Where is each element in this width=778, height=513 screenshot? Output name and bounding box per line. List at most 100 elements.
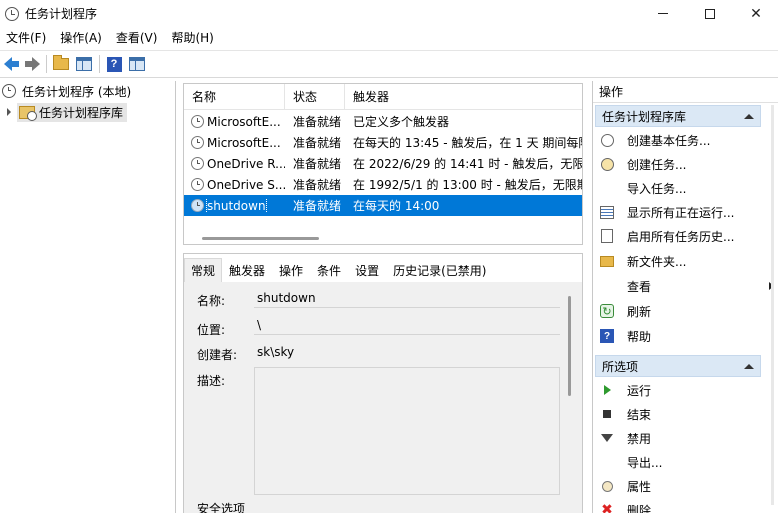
tab-general[interactable]: 常规 bbox=[184, 258, 223, 282]
maximize-icon bbox=[705, 8, 715, 19]
title-bar: 任务计划程序 ✕ bbox=[0, 0, 778, 27]
tree-item-root[interactable]: 任务计划程序 (本地) bbox=[0, 81, 131, 101]
section-task-library[interactable]: 任务计划程序库 bbox=[595, 105, 761, 127]
tab-history[interactable]: 历史记录(已禁用) bbox=[386, 258, 493, 282]
folder-up-icon bbox=[53, 55, 69, 70]
show-hide-tree-button[interactable] bbox=[74, 54, 94, 74]
window-title: 任务计划程序 bbox=[25, 7, 98, 21]
table-row[interactable]: OneDrive R... 准备就绪 在 2022/6/29 的 14:41 时… bbox=[184, 153, 582, 174]
action-import-task[interactable]: 导入任务... bbox=[597, 177, 772, 199]
action-view[interactable]: 查看 bbox=[597, 275, 774, 297]
back-arrow-icon bbox=[3, 57, 19, 71]
forward-button[interactable] bbox=[23, 54, 41, 74]
column-header-name[interactable]: 名称 bbox=[184, 84, 285, 110]
disable-icon bbox=[601, 434, 613, 442]
navigation-tree: 任务计划程序 (本地) 任务计划程序库 bbox=[0, 81, 176, 513]
toolbar-separator bbox=[46, 55, 47, 73]
tab-actions[interactable]: 操作 bbox=[272, 258, 310, 282]
minimize-icon bbox=[658, 13, 668, 14]
task-clock-icon bbox=[191, 115, 204, 128]
tab-conditions[interactable]: 条件 bbox=[310, 258, 348, 282]
show-hide-action-pane-button[interactable] bbox=[127, 54, 147, 74]
help-icon: ? bbox=[106, 56, 122, 72]
collapse-icon[interactable] bbox=[744, 114, 754, 119]
task-history-icon bbox=[601, 229, 613, 243]
name-field[interactable]: shutdown bbox=[254, 288, 560, 308]
action-properties[interactable]: 属性 bbox=[597, 475, 772, 497]
task-clock-icon bbox=[191, 157, 204, 170]
maximize-button[interactable] bbox=[687, 0, 733, 27]
task-clock-icon bbox=[191, 136, 204, 149]
show-hide-action-pane-icon bbox=[129, 57, 145, 71]
task-scheduler-app-icon bbox=[5, 6, 19, 21]
detail-tabs: 常规 触发器 操作 条件 设置 历史记录(已禁用) bbox=[184, 254, 582, 282]
forward-arrow-icon bbox=[24, 57, 40, 71]
description-label: 描述: bbox=[197, 374, 226, 388]
menu-help[interactable]: 帮助(H) bbox=[165, 28, 221, 48]
action-delete[interactable]: ✖ 删除 bbox=[597, 499, 772, 513]
menu-file[interactable]: 文件(F) bbox=[0, 28, 54, 48]
tree-item-library[interactable]: 任务计划程序库 bbox=[4, 102, 128, 122]
menu-view[interactable]: 查看(V) bbox=[110, 28, 166, 48]
run-icon bbox=[603, 385, 611, 395]
back-button[interactable] bbox=[2, 54, 20, 74]
action-new-folder[interactable]: 新文件夹... bbox=[597, 250, 772, 272]
menu-bar: 文件(F) 操作(A) 查看(V) 帮助(H) bbox=[0, 28, 778, 48]
toolbar: ? bbox=[0, 50, 778, 78]
create-basic-task-icon bbox=[600, 133, 614, 147]
table-row[interactable]: OneDrive S... 准备就绪 在 1992/5/1 的 13:00 时 … bbox=[184, 174, 582, 195]
table-row[interactable]: MicrosoftE... 准备就绪 已定义多个触发器 bbox=[184, 111, 582, 132]
action-export[interactable]: 导出... bbox=[597, 451, 772, 473]
tree-root-label: 任务计划程序 (本地) bbox=[22, 84, 132, 99]
author-field[interactable]: sk\sky bbox=[254, 342, 560, 362]
table-row[interactable]: MicrosoftE... 准备就绪 在每天的 13:45 - 触发后，在 1 … bbox=[184, 132, 582, 153]
author-label: 创建者: bbox=[197, 348, 238, 362]
delete-icon: ✖ bbox=[601, 502, 613, 513]
location-field[interactable]: \ bbox=[254, 315, 560, 335]
general-tab-content: 名称: shutdown 位置: \ 创建者: sk\sky 描述: 安全选项 bbox=[184, 282, 582, 513]
section-selected-item[interactable]: 所选项 bbox=[595, 355, 761, 377]
new-folder-icon bbox=[600, 255, 614, 267]
action-disable[interactable]: 禁用 bbox=[597, 427, 772, 449]
collapse-icon[interactable] bbox=[744, 364, 754, 369]
refresh-icon: ↻ bbox=[600, 304, 614, 318]
task-clock-icon bbox=[191, 178, 204, 191]
location-label: 位置: bbox=[197, 323, 226, 337]
tree-child-label: 任务计划程序库 bbox=[39, 105, 124, 120]
actions-pane: 操作 任务计划程序库 创建基本任务... 创建任务... 导入任务... 显示所… bbox=[592, 81, 778, 513]
running-tasks-icon bbox=[600, 205, 614, 219]
horizontal-scrollbar[interactable] bbox=[202, 237, 319, 240]
action-refresh[interactable]: ↻ 刷新 bbox=[597, 300, 772, 322]
tab-settings[interactable]: 设置 bbox=[348, 258, 386, 282]
up-folder-button[interactable] bbox=[51, 54, 71, 74]
menu-action[interactable]: 操作(A) bbox=[54, 28, 110, 48]
action-enable-history[interactable]: 启用所有任务历史... bbox=[597, 225, 772, 247]
action-end[interactable]: 结束 bbox=[597, 403, 772, 425]
column-header-trigger[interactable]: 触发器 bbox=[345, 84, 582, 110]
vertical-scrollbar[interactable] bbox=[568, 296, 571, 396]
table-row-selected[interactable]: shutdown 准备就绪 在每天的 14:00 bbox=[184, 195, 582, 216]
actions-title: 操作 bbox=[593, 81, 778, 103]
expand-chevron-icon[interactable] bbox=[7, 108, 11, 116]
actions-scrollbar[interactable] bbox=[771, 105, 774, 505]
close-icon: ✕ bbox=[750, 5, 762, 22]
column-header-status[interactable]: 状态 bbox=[285, 84, 345, 110]
action-show-running[interactable]: 显示所有正在运行... bbox=[597, 201, 772, 223]
name-label: 名称: bbox=[197, 294, 226, 308]
action-create-basic-task[interactable]: 创建基本任务... bbox=[597, 129, 772, 151]
list-header: 名称 状态 触发器 bbox=[184, 84, 582, 110]
help-icon: ? bbox=[600, 329, 614, 343]
task-detail-pane: 常规 触发器 操作 条件 设置 历史记录(已禁用) 名称: shutdown 位… bbox=[183, 253, 583, 513]
stop-icon bbox=[603, 410, 611, 418]
task-list: 名称 状态 触发器 MicrosoftE... 准备就绪 已定义多个触发器 Mi… bbox=[183, 83, 583, 245]
show-pane-icon bbox=[76, 57, 92, 71]
task-clock-icon bbox=[191, 199, 204, 212]
action-create-task[interactable]: 创建任务... bbox=[597, 153, 772, 175]
minimize-button[interactable] bbox=[640, 0, 686, 27]
help-button[interactable]: ? bbox=[104, 54, 124, 74]
action-help[interactable]: ? 帮助 bbox=[597, 325, 772, 347]
tab-triggers[interactable]: 触发器 bbox=[222, 258, 272, 282]
close-button[interactable]: ✕ bbox=[733, 0, 778, 27]
description-field[interactable] bbox=[254, 367, 560, 495]
action-run[interactable]: 运行 bbox=[597, 379, 772, 401]
